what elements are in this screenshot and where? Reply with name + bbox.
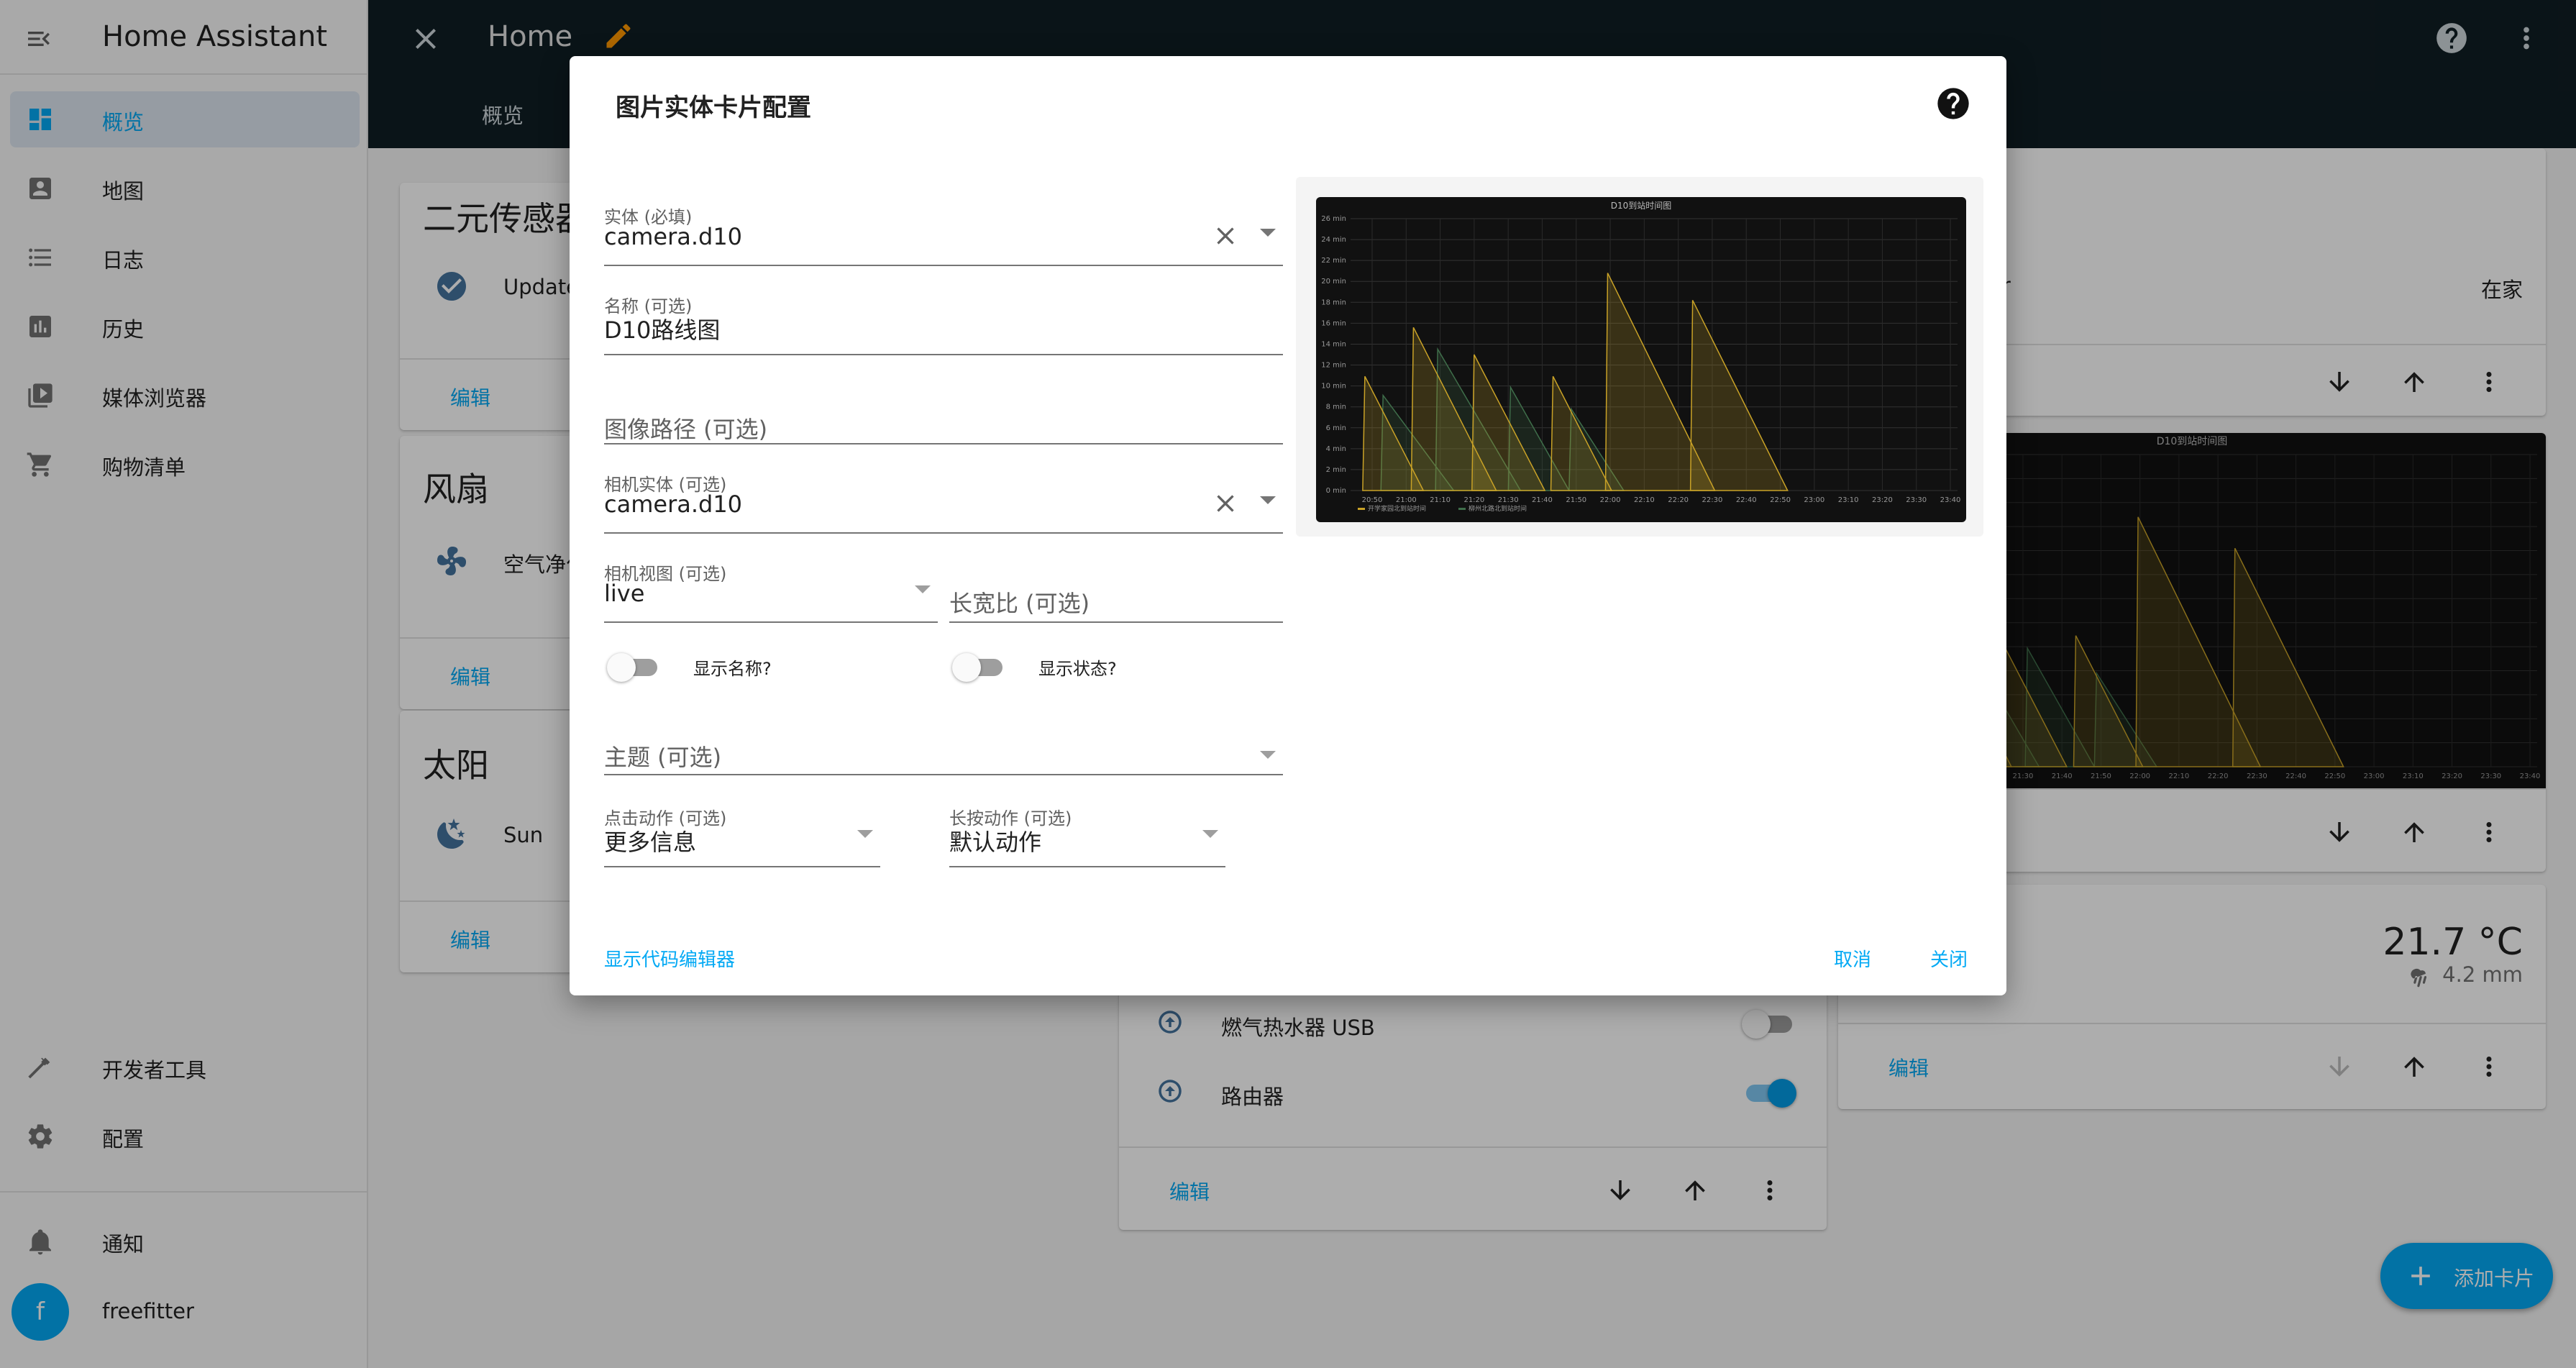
x-tick-label: 23:20 (1872, 496, 1893, 504)
x-tick-label: 21:30 (1498, 496, 1519, 504)
theme-select[interactable]: 主题 (可选) (604, 732, 1283, 775)
y-tick-label: 18 min (1321, 298, 1346, 306)
entity-value: camera.d10 (604, 223, 743, 250)
help-circle-icon[interactable] (1935, 85, 1972, 122)
close-icon[interactable] (1211, 222, 1240, 250)
x-tick-label: 21:40 (1532, 496, 1553, 504)
x-tick-label: 23:40 (1940, 496, 1961, 504)
camera-view-value: live (604, 580, 645, 607)
y-tick-label: 26 min (1321, 215, 1346, 223)
hold-action-select[interactable]: 长按动作 (可选) 默认动作 (949, 804, 1225, 867)
picture-entity-card-config-dialog: 图片实体卡片配置 实体 (必填) camera.d10 名称 (可选) D10路… (570, 56, 2006, 995)
x-tick-label: 23:30 (1906, 496, 1927, 504)
legend-swatch (1458, 508, 1466, 510)
tap-action-value: 更多信息 (604, 829, 697, 856)
x-tick-label: 20:50 (1362, 496, 1383, 504)
x-tick-label: 22:30 (1702, 496, 1723, 504)
show-name-label: 显示名称? (693, 659, 772, 679)
card-preview: D10到站时间图 26 min 24 min 22 min 20 min 18 min 16… (1296, 177, 1983, 537)
legend-label: 柳州北路北到站时间 (1469, 504, 1527, 513)
y-tick-label: 16 min (1321, 319, 1346, 327)
route-chart-image: D10到站时间图 26 min 24 min 22 min 20 min 18 min 16… (1321, 201, 1961, 513)
show-name-toggle[interactable] (607, 652, 662, 683)
close-button[interactable]: 关闭 (1930, 945, 1968, 972)
dropdown-arrow-icon[interactable] (1260, 751, 1276, 759)
x-tick-label: 22:00 (1600, 496, 1621, 504)
name-value: D10路线图 (604, 316, 721, 344)
legend-label: 开学家园北到站时间 (1368, 504, 1426, 513)
camera-view-select[interactable]: 相机视图 (可选) live (604, 560, 938, 623)
y-tick-label: 2 min (1326, 466, 1346, 474)
x-tick-label: 23:00 (1804, 496, 1824, 504)
x-tick-label: 21:50 (1566, 496, 1586, 504)
x-tick-label: 23:10 (1838, 496, 1859, 504)
y-tick-label: 8 min (1326, 403, 1346, 411)
dropdown-arrow-icon[interactable] (1260, 496, 1276, 504)
legend-swatch (1358, 508, 1365, 510)
hold-action-value: 默认动作 (949, 829, 1042, 856)
image-path-placeholder: 图像路径 (可选) (604, 416, 768, 443)
dialog-title: 图片实体卡片配置 (616, 94, 811, 122)
close-icon[interactable] (1211, 489, 1240, 518)
camera-entity-value: camera.d10 (604, 491, 743, 518)
tap-action-select[interactable]: 点击动作 (可选) 更多信息 (604, 804, 880, 867)
y-tick-label: 6 min (1326, 424, 1346, 432)
preview-picture-card[interactable]: D10到站时间图 26 min 24 min 22 min 20 min 18 min 16… (1316, 197, 1966, 522)
entity-picker[interactable]: 实体 (必填) camera.d10 (604, 203, 1283, 266)
dropdown-arrow-icon[interactable] (857, 830, 873, 838)
x-tick-label: 21:00 (1396, 496, 1417, 504)
y-tick-label: 20 min (1321, 278, 1346, 286)
series-1-line (1689, 300, 1789, 491)
dropdown-arrow-icon[interactable] (1202, 830, 1218, 838)
cancel-button[interactable]: 取消 (1834, 945, 1871, 972)
theme-placeholder: 主题 (可选) (604, 744, 722, 771)
y-tick-label: 4 min (1326, 445, 1346, 453)
y-tick-label: 14 min (1321, 340, 1346, 348)
name-field[interactable]: 名称 (可选) D10路线图 (604, 292, 1283, 355)
dropdown-arrow-icon[interactable] (915, 585, 931, 593)
series-1-line (1550, 375, 1613, 491)
aspect-ratio-field[interactable]: 长宽比 (可选) (949, 560, 1283, 623)
y-tick-label: 12 min (1321, 362, 1346, 370)
x-tick-label: 22:10 (1634, 496, 1655, 504)
y-tick-label: 0 min (1326, 487, 1346, 495)
aspect-ratio-placeholder: 长宽比 (可选) (949, 590, 1090, 617)
y-tick-label: 22 min (1321, 257, 1346, 265)
chart-title: D10到站时间图 (1611, 201, 1672, 211)
x-tick-label: 21:10 (1430, 496, 1451, 504)
x-tick-label: 22:50 (1770, 496, 1791, 504)
x-tick-label: 22:40 (1736, 496, 1757, 504)
y-tick-label: 24 min (1321, 236, 1346, 244)
show-state-label: 显示状态? (1038, 659, 1117, 679)
show-state-toggle[interactable] (952, 652, 1007, 683)
x-tick-label: 22:20 (1668, 496, 1689, 504)
dropdown-arrow-icon[interactable] (1260, 229, 1276, 237)
image-path-field[interactable]: 图像路径 (可选) (604, 381, 1283, 444)
x-tick-label: 21:20 (1463, 496, 1484, 504)
y-tick-label: 10 min (1321, 383, 1346, 391)
show-code-editor-button[interactable]: 显示代码编辑器 (604, 945, 735, 972)
camera-entity-picker[interactable]: 相机实体 (可选) camera.d10 (604, 470, 1283, 534)
